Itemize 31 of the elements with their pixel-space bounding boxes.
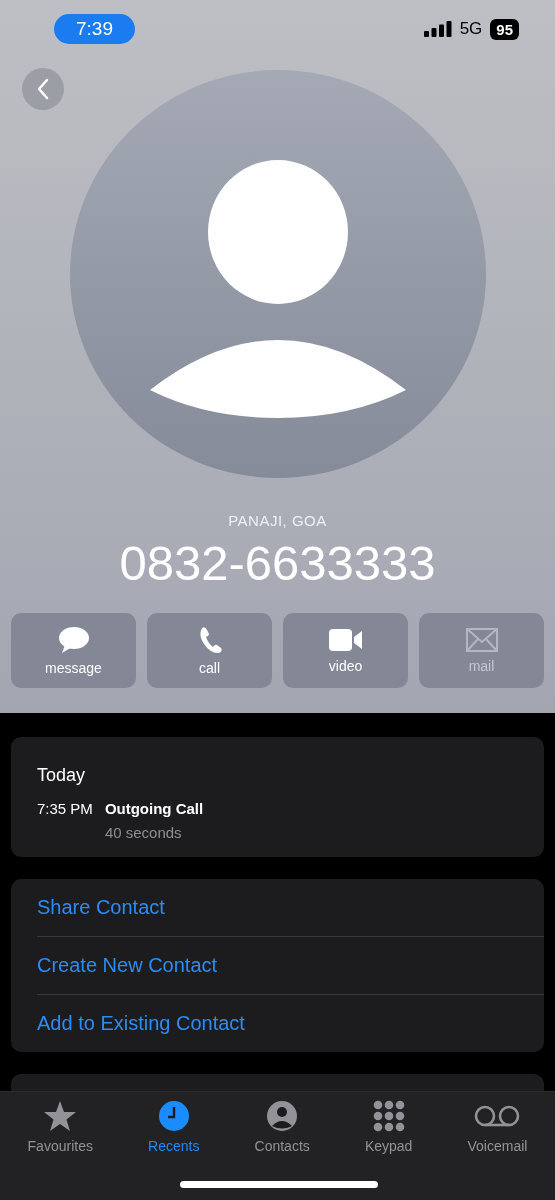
star-icon <box>43 1100 78 1132</box>
call-time: 7:35 PM <box>37 800 93 819</box>
envelope-icon <box>465 627 498 652</box>
contact-location: PANAJI, GOA <box>228 512 327 529</box>
avatar-silhouette-icon <box>69 70 486 478</box>
back-button[interactable] <box>22 68 64 110</box>
status-time: 7:39 <box>54 14 135 44</box>
tab-item[interactable]: Recents <box>144 1100 204 1154</box>
contact-option-link[interactable]: Create New Contact <box>37 937 544 995</box>
tab-item[interactable]: Favourites <box>23 1100 97 1154</box>
video-camera-icon <box>328 627 363 652</box>
contact-option-link[interactable]: Share Contact <box>37 879 544 937</box>
action-button[interactable]: message <box>11 613 136 688</box>
call-type: Outgoing Call <box>104 800 204 817</box>
tab-item[interactable]: Contacts <box>250 1100 314 1154</box>
tab-item[interactable]: Voicemail <box>463 1100 532 1154</box>
person-circle-icon <box>266 1100 299 1132</box>
contact-option-link[interactable]: Add to Existing Contact <box>37 995 544 1052</box>
call-duration: 40 seconds <box>104 824 183 841</box>
tab-item[interactable]: Keypad <box>360 1100 417 1154</box>
speech-bubble-icon <box>57 625 90 654</box>
clock-icon <box>157 1100 190 1132</box>
network-label: 5G <box>459 19 483 39</box>
battery-indicator: 95 <box>490 18 519 40</box>
keypad-icon <box>372 1100 405 1132</box>
action-button[interactable]: video <box>283 613 408 688</box>
signal-icon <box>423 21 452 37</box>
chevron-left-icon <box>36 78 50 100</box>
call-date: Today <box>37 765 87 786</box>
action-button[interactable]: call <box>147 613 272 688</box>
phone-number: 0832-6633333 <box>119 535 436 591</box>
